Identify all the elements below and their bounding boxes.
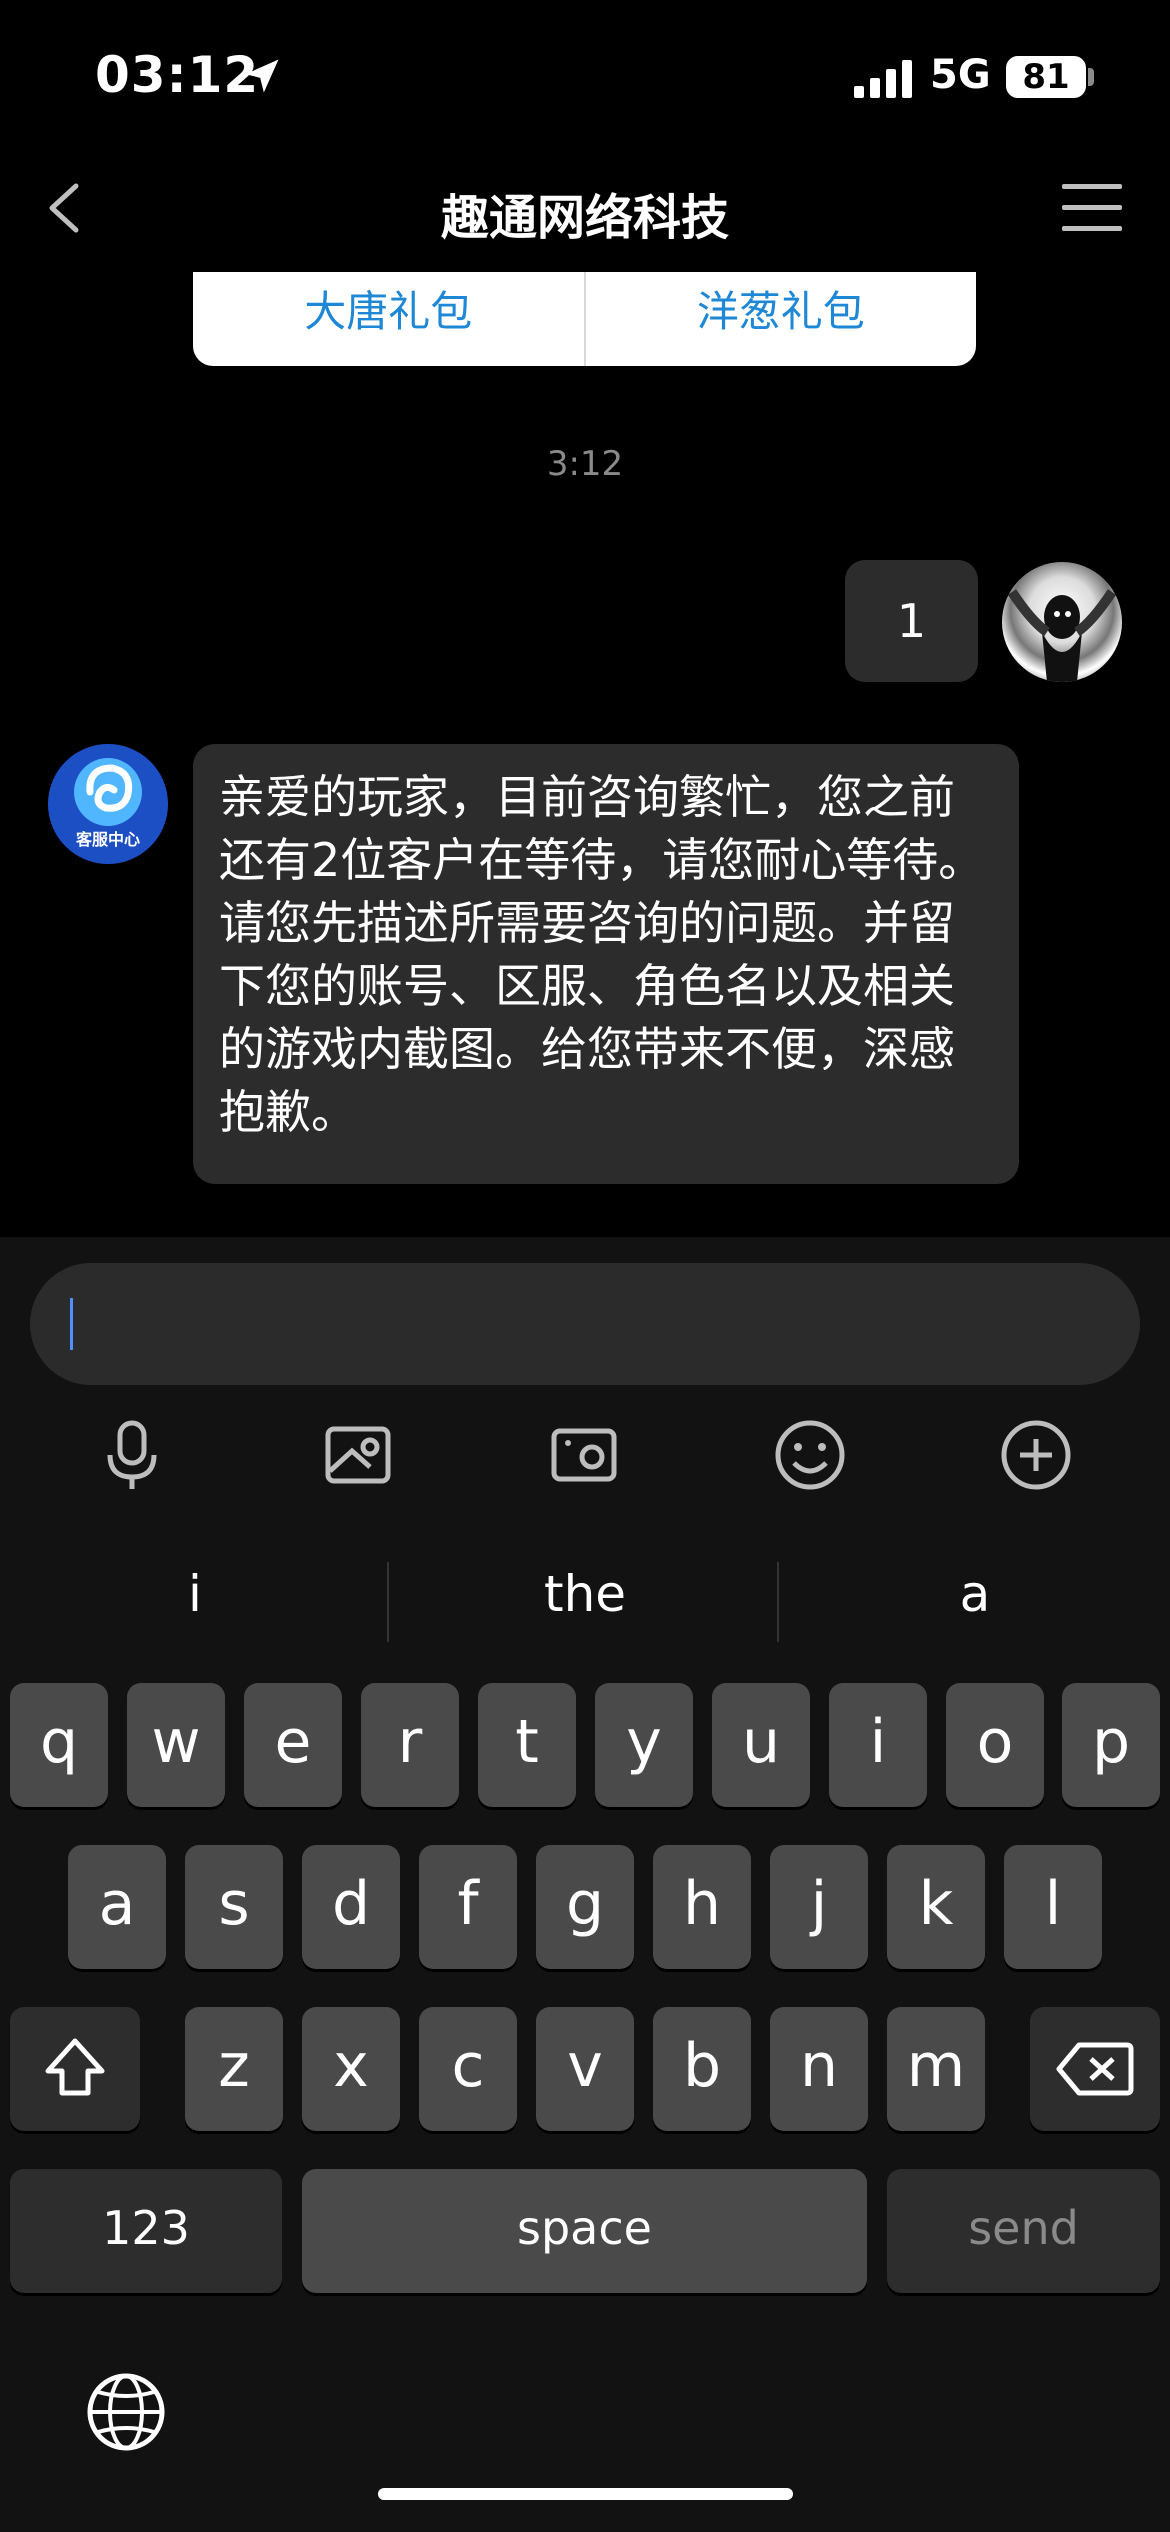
key-q[interactable]: q xyxy=(10,1683,108,1807)
key-j[interactable]: j xyxy=(770,1845,868,1969)
key-x[interactable]: x xyxy=(302,2007,400,2131)
key-b[interactable]: b xyxy=(653,2007,751,2131)
shift-arrow-icon xyxy=(45,2038,105,2096)
page-title: 趣通网络科技 xyxy=(440,190,729,246)
menu-icon[interactable] xyxy=(1062,184,1122,236)
gift-card: 大唐礼包 洋葱礼包 xyxy=(193,272,976,366)
key-p[interactable]: p xyxy=(1062,1683,1160,1807)
composer xyxy=(0,1237,1170,1537)
delete-key[interactable] xyxy=(1030,2007,1160,2131)
composer-toolbar xyxy=(0,1415,1170,1495)
suggestion-divider xyxy=(387,1562,389,1642)
backspace-icon xyxy=(1056,2042,1134,2096)
key-r[interactable]: r xyxy=(361,1683,459,1807)
key-a[interactable]: a xyxy=(68,1845,166,1969)
key-w[interactable]: w xyxy=(127,1683,225,1807)
suggestion-1[interactable]: i xyxy=(0,1565,390,1623)
key-s[interactable]: s xyxy=(185,1845,283,1969)
key-k[interactable]: k xyxy=(887,1845,985,1969)
camera-icon[interactable] xyxy=(544,1415,624,1495)
status-time: 03:12 xyxy=(95,46,260,104)
key-n[interactable]: n xyxy=(770,2007,868,2131)
microphone-icon[interactable] xyxy=(92,1415,172,1495)
suggestion-divider xyxy=(777,1562,779,1642)
shift-key[interactable] xyxy=(10,2007,140,2131)
battery-tip xyxy=(1088,68,1094,86)
keyboard: i the a q w e r t y u i o p a s d f g h … xyxy=(0,1537,1170,2532)
message-timestamp: 3:12 xyxy=(546,444,624,484)
space-key[interactable]: space xyxy=(302,2169,867,2293)
key-y[interactable]: y xyxy=(595,1683,693,1807)
key-d[interactable]: d xyxy=(302,1845,400,1969)
key-t[interactable]: t xyxy=(478,1683,576,1807)
battery-icon: 81 xyxy=(1006,56,1086,98)
user-avatar[interactable] xyxy=(1002,562,1122,682)
cellular-signal-icon xyxy=(854,60,912,98)
location-arrow-icon xyxy=(245,59,279,93)
datang-gift-button[interactable]: 大唐礼包 xyxy=(193,272,584,366)
user-avatar-image xyxy=(1007,589,1117,682)
key-f[interactable]: f xyxy=(419,1845,517,1969)
key-u[interactable]: u xyxy=(712,1683,810,1807)
network-type: 5G xyxy=(930,52,991,98)
navigation-bar: 趣通网络科技 xyxy=(0,150,1170,260)
support-avatar-label: 客服中心 xyxy=(75,830,140,849)
outgoing-message-bubble: 1 xyxy=(845,560,978,682)
key-h[interactable]: h xyxy=(653,1845,751,1969)
plus-icon[interactable] xyxy=(996,1415,1076,1495)
numbers-key[interactable]: 123 xyxy=(10,2169,282,2293)
key-z[interactable]: z xyxy=(185,2007,283,2131)
key-v[interactable]: v xyxy=(536,2007,634,2131)
key-c[interactable]: c xyxy=(419,2007,517,2131)
suggestion-2[interactable]: the xyxy=(390,1565,780,1623)
message-input[interactable] xyxy=(30,1263,1140,1385)
photo-icon[interactable] xyxy=(318,1415,398,1495)
globe-icon[interactable] xyxy=(84,2370,168,2454)
key-g[interactable]: g xyxy=(536,1845,634,1969)
key-i[interactable]: i xyxy=(829,1683,927,1807)
key-e[interactable]: e xyxy=(244,1683,342,1807)
home-indicator xyxy=(378,2488,793,2500)
status-bar: 03:12 5G 81 xyxy=(0,0,1170,150)
support-avatar[interactable]: 客服中心 xyxy=(48,744,168,864)
incoming-message-bubble: 亲爱的玩家，目前咨询繁忙，您之前还有2位客户在等待，请您耐心等待。请您先描述所需… xyxy=(193,744,1019,1184)
key-o[interactable]: o xyxy=(946,1683,1044,1807)
send-key[interactable]: send xyxy=(887,2169,1160,2293)
suggestion-3[interactable]: a xyxy=(780,1565,1170,1623)
key-l[interactable]: l xyxy=(1004,1845,1102,1969)
suggestion-bar: i the a xyxy=(0,1537,1170,1667)
emoji-icon[interactable] xyxy=(770,1415,850,1495)
key-m[interactable]: m xyxy=(887,2007,985,2131)
text-cursor xyxy=(70,1298,73,1350)
onion-gift-button[interactable]: 洋葱礼包 xyxy=(586,272,977,366)
